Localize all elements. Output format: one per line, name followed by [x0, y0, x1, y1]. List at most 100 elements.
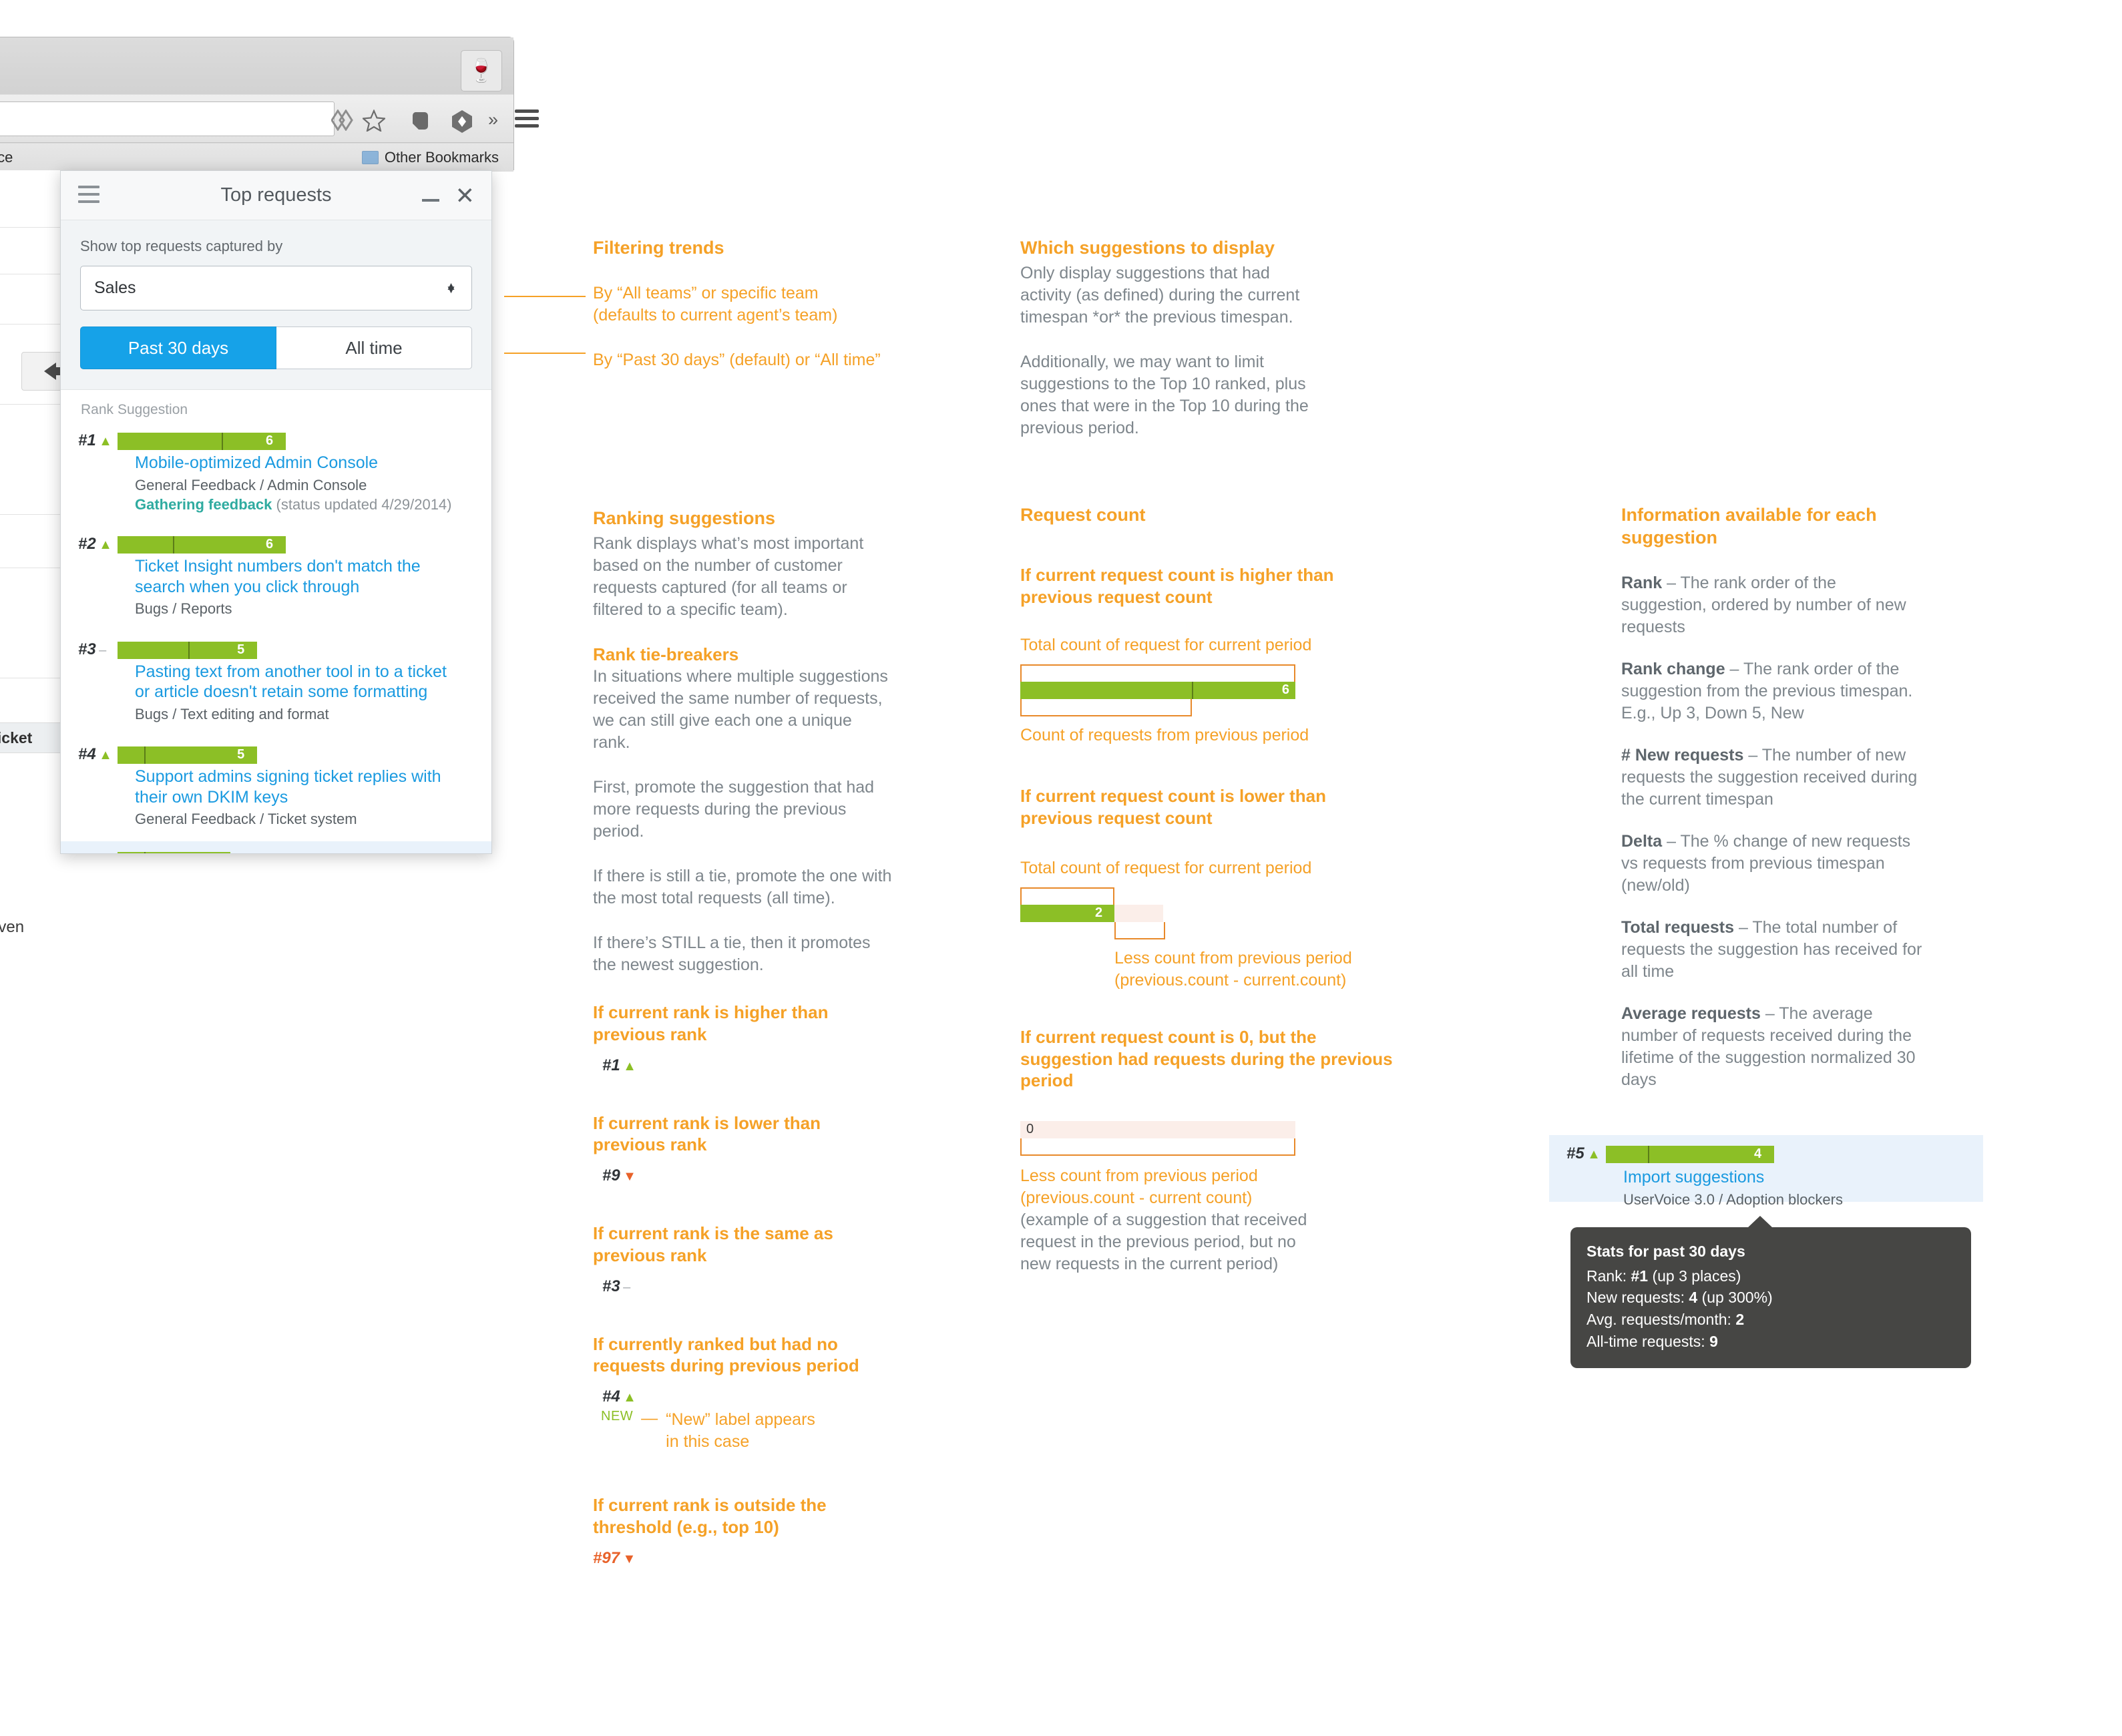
rank-up-arrow-icon: ▲: [1587, 1147, 1601, 1162]
browser-tabstrip: 🍷: [0, 37, 513, 94]
bracket-previous-period: [1020, 1138, 1295, 1156]
example-suggestion-card: #5 ▲ 4 Import suggestions UserVoice 3.0 …: [1549, 1135, 1983, 1208]
other-bookmarks-folder[interactable]: Other Bookmarks: [361, 149, 499, 166]
annotation-text: “New” label appears in this case: [666, 1410, 815, 1451]
request-bar: 4: [118, 851, 230, 854]
new-badge: NEW: [601, 1409, 634, 1424]
figure-bar-lower: 2: [1020, 904, 1163, 922]
annotation-text: (defaults to current agent’s team): [593, 305, 838, 324]
minimize-icon[interactable]: [422, 199, 439, 202]
suggestion-list-item[interactable]: #1 ▲ 6 Mobile-optimized Admin Console Gener…: [61, 422, 491, 525]
suggestion-title[interactable]: Support admins signing ticket replies wi…: [135, 767, 465, 807]
annotation-text: Total count of request for current perio…: [1020, 858, 1312, 877]
annotation-text: (previous.count - current.count): [1114, 970, 1347, 990]
widget-header: Top requests ✕: [61, 171, 491, 220]
bar-divider: [222, 433, 224, 450]
annotation-subheading: Rank tie-breakers: [593, 644, 739, 664]
request-bar: 6: [118, 433, 286, 450]
info-item: Total requests – The total number of req…: [1621, 917, 1922, 981]
bar-fill-green: [1606, 1146, 1774, 1163]
bookmarks-bar: oice Other Bookmarks: [0, 144, 513, 172]
tooltip-line: New requests: 4 (up 300%): [1586, 1289, 1773, 1307]
evernote-icon[interactable]: [409, 110, 431, 132]
suggestion-category: UserVoice 3.0 / Adoption blockers: [1623, 1190, 1843, 1208]
suggestion-title[interactable]: Ticket Insight numbers don't match the s…: [135, 556, 465, 597]
menu-icon[interactable]: [515, 110, 539, 128]
tab-all-time[interactable]: All time: [276, 327, 472, 369]
suggestion-list-item[interactable]: #3 – 5 Pasting text from another tool in t…: [61, 631, 491, 736]
info-item: Average requests – The average number of…: [1621, 1004, 1916, 1089]
filter-label: Show top requests captured by: [80, 238, 283, 254]
suggestion-list-item[interactable]: #4 ▲ 5 Support admins signing ticket repli…: [61, 736, 491, 841]
suggestion-title[interactable]: Pasting text from another tool in to a t…: [135, 662, 465, 702]
bar-fill-green: [118, 641, 258, 659]
suggestion-title[interactable]: Mobile-optimized Admin Console: [135, 453, 465, 473]
annotation-text: Less count from previous period: [1114, 948, 1352, 967]
rank-number: #3: [602, 1277, 620, 1295]
tooltip-arrow: [1747, 1216, 1773, 1228]
request-bar: 5: [118, 746, 258, 765]
team-select[interactable]: Sales ▲ ▼: [80, 266, 472, 310]
annotation-which-to-display: Which suggestions to display Only displa…: [1020, 237, 1314, 439]
annotation-text: (previous.count - current count): [1020, 1188, 1253, 1207]
bar-count: 6: [266, 537, 274, 552]
rank-column: #5 ▲: [61, 851, 118, 854]
rank-down-arrow-icon: ▼: [623, 1169, 636, 1184]
rank-down-arrow-icon: ▼: [622, 1551, 636, 1566]
suggestion-title[interactable]: Import suggestions: [1623, 1167, 1956, 1188]
bar-count: 5: [237, 747, 245, 763]
bracket-current-period: [1020, 664, 1295, 682]
rank-up-arrow-icon: ▲: [623, 1058, 636, 1074]
rank-same-dash-icon: –: [99, 642, 107, 658]
bar-count: 4: [210, 853, 218, 854]
rank-column: #2 ▲: [61, 535, 118, 554]
hamburger-icon[interactable]: [78, 186, 99, 208]
rank-up-arrow-icon: ▲: [99, 853, 112, 854]
annotation-subheading: If current request count is 0, but the s…: [1020, 1026, 1393, 1091]
bar-count: 6: [266, 433, 274, 448]
browser-window-chrome: 🍷 » oice Other Bookmarks: [0, 37, 539, 172]
bookmark-diamond-icon[interactable]: [331, 110, 357, 131]
rank-number: #1: [602, 1056, 620, 1074]
rank-column: #1 ▲: [61, 431, 118, 450]
request-bar: 6: [118, 536, 286, 554]
rank-column: #3 –: [61, 640, 118, 659]
annotation-subheading: If current rank is outside the threshold…: [593, 1495, 827, 1537]
rank-column: #4 ▲: [61, 745, 118, 764]
close-icon[interactable]: ✕: [455, 184, 475, 208]
bar-fill-green: [118, 433, 286, 450]
annotation-text: Additionally, we may want to limit sugge…: [1020, 352, 1309, 437]
request-bar: 4: [1606, 1146, 1774, 1163]
bracket-previous-period: [1114, 921, 1165, 939]
annotation-text: First, promote the suggestion that had m…: [593, 777, 875, 841]
address-bar-input[interactable]: [0, 101, 335, 136]
info-item: Rank – The rank order of the suggestion,…: [1621, 573, 1906, 636]
filters-section: Show top requests captured by Sales ▲ ▼ P…: [61, 220, 491, 390]
suggestion-list-item[interactable]: #5 ▲4Import suggestionsUserVoice 3.0 / A…: [61, 841, 491, 854]
overflow-chevrons-icon[interactable]: »: [488, 110, 498, 130]
rank-number: #2: [78, 535, 96, 554]
bar-divider: [1648, 1146, 1649, 1163]
tooltip-title: Stats for past 30 days: [1586, 1243, 1745, 1260]
annotation-subheading: If current request count is higher than …: [1020, 564, 1334, 607]
tooltip-line: Rank: #1 (up 3 places): [1586, 1267, 1741, 1285]
rank-number: #4: [602, 1387, 620, 1405]
diamond-icon[interactable]: [451, 110, 473, 134]
annotation-rank-case: If currently ranked but had no requests …: [593, 1333, 893, 1454]
rank-number: #3: [78, 640, 96, 658]
bar-divider: [173, 536, 175, 554]
suggestion-category: Bugs / Text editing and format: [135, 705, 329, 722]
star-icon[interactable]: [363, 110, 385, 132]
bar-fill-green: [118, 746, 258, 765]
suggestion-category: Bugs / Reports: [135, 600, 232, 618]
tab-past-30-days[interactable]: Past 30 days: [80, 327, 276, 369]
info-item: # New requests – The number of new reque…: [1621, 745, 1918, 809]
folder-icon: [361, 151, 379, 164]
wine-glass-icon[interactable]: 🍷: [461, 50, 502, 91]
annotation-heading: Information available for each suggestio…: [1621, 505, 1877, 548]
suggestion-status: Gathering feedback (status updated 4/29/…: [135, 496, 452, 513]
rank-number: #9: [602, 1166, 620, 1184]
suggestion-list-item[interactable]: #2 ▲ 6 Ticket Insight numbers don't match …: [61, 525, 491, 631]
bar-divider: [144, 746, 146, 765]
bookmark-item[interactable]: oice: [0, 149, 13, 166]
